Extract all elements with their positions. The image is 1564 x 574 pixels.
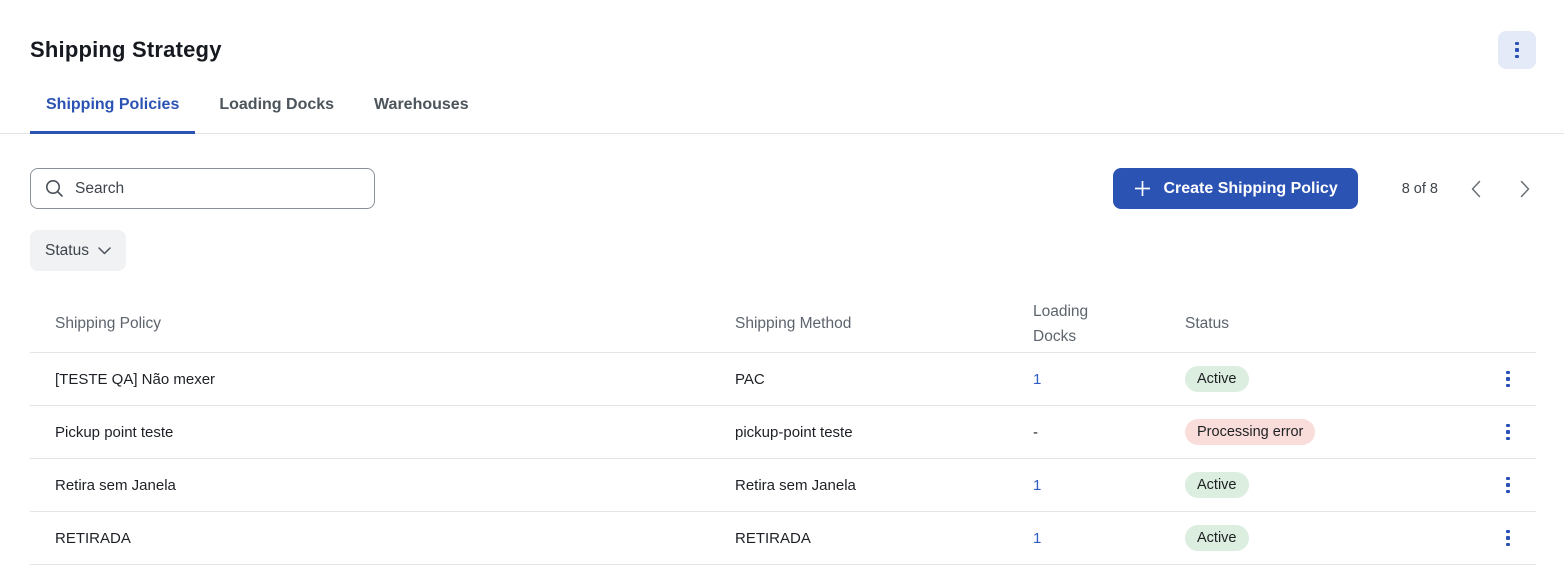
loading-docks-link[interactable]: 1	[1033, 477, 1041, 494]
shipping-policy-cell: [TESTE QA] Não mexer	[55, 370, 216, 388]
pagination: 8 of 8	[1402, 178, 1536, 200]
next-page-button[interactable]	[1514, 178, 1536, 200]
loading-docks-link[interactable]: 1	[1033, 371, 1041, 388]
table-header-row: Shipping Policy Shipping Method Loading …	[30, 296, 1536, 353]
create-button-label: Create Shipping Policy	[1163, 179, 1338, 197]
table-body: [TESTE QA] Não mexer PAC 1 Active Pickup…	[30, 353, 1536, 565]
loading-docks-link: -	[1033, 423, 1038, 441]
search-box[interactable]	[30, 168, 375, 209]
pagination-count: 8 of 8	[1401, 180, 1438, 197]
status-badge: Active	[1185, 472, 1249, 498]
kebab-vertical-icon	[1506, 370, 1510, 388]
loading-docks-link[interactable]: 1	[1033, 530, 1041, 547]
shipping-method-cell: Retira sem Janela	[735, 476, 856, 494]
chevron-right-icon	[1520, 180, 1530, 197]
row-menu-button[interactable]	[1492, 363, 1524, 395]
header-menu-button[interactable]	[1498, 31, 1536, 69]
tab-loading-docks[interactable]: Loading Docks	[203, 96, 350, 134]
row-menu-button[interactable]	[1492, 469, 1524, 501]
table-row[interactable]: Retira sem Janela Retira sem Janela 1 Ac…	[30, 459, 1536, 512]
tab-bar: Shipping Policies Loading Docks Warehous…	[0, 96, 1564, 134]
row-menu-button[interactable]	[1492, 522, 1524, 554]
column-header-shipping-method: Shipping Method	[735, 315, 852, 332]
chevron-down-icon	[98, 246, 111, 254]
shipping-policies-table: Shipping Policy Shipping Method Loading …	[30, 296, 1536, 565]
tab-shipping-policies[interactable]: Shipping Policies	[30, 96, 196, 134]
page-title: Shipping Strategy	[30, 37, 222, 62]
shipping-policy-cell: Retira sem Janela	[55, 476, 176, 494]
status-badge: Active	[1185, 366, 1249, 392]
table-row[interactable]: Pickup point teste pickup-point teste - …	[30, 406, 1536, 459]
page-header: Shipping Strategy	[0, 0, 1564, 69]
shipping-policy-cell: Pickup point teste	[55, 423, 174, 441]
row-menu-button[interactable]	[1492, 416, 1524, 448]
shipping-method-cell: PAC	[735, 370, 765, 388]
kebab-vertical-icon	[1506, 476, 1510, 494]
shipping-method-cell: pickup-point teste	[735, 423, 853, 441]
toolbar: Create Shipping Policy 8 of 8	[30, 168, 1536, 209]
kebab-vertical-icon	[1506, 529, 1510, 547]
status-badge: Active	[1185, 525, 1249, 551]
table-row[interactable]: RETIRADA RETIRADA 1 Active	[30, 512, 1536, 565]
kebab-vertical-icon	[1506, 423, 1510, 441]
shipping-method-cell: RETIRADA	[735, 529, 811, 547]
status-badge: Processing error	[1185, 419, 1316, 445]
tab-warehouses[interactable]: Warehouses	[358, 96, 485, 134]
column-header-status: Status	[1185, 315, 1229, 332]
chevron-left-icon	[1471, 180, 1481, 197]
shipping-policy-cell: RETIRADA	[55, 529, 131, 547]
search-input[interactable]	[75, 179, 360, 198]
status-filter-label: Status	[45, 241, 89, 259]
create-shipping-policy-button[interactable]: Create Shipping Policy	[1113, 168, 1358, 209]
kebab-vertical-icon	[1515, 41, 1519, 59]
table-row[interactable]: [TESTE QA] Não mexer PAC 1 Active	[30, 353, 1536, 406]
column-header-shipping-policy: Shipping Policy	[55, 315, 161, 332]
filter-bar: Status	[30, 230, 1534, 271]
column-header-loading-docks: Loading Docks	[1033, 303, 1089, 345]
previous-page-button[interactable]	[1465, 178, 1487, 200]
status-filter-button[interactable]: Status	[30, 230, 126, 271]
search-icon	[46, 180, 63, 197]
plus-icon	[1135, 181, 1151, 196]
